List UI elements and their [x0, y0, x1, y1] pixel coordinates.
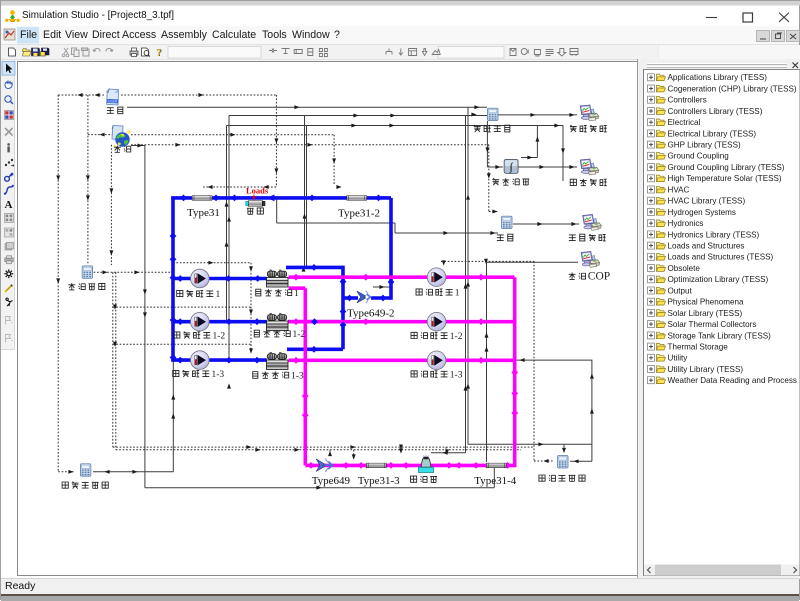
svg-text:Ground Coupling Library (TESS): Ground Coupling Library (TESS) — [668, 163, 785, 172]
svg-text:1: 1 — [216, 290, 221, 300]
svg-text:Type31-2: Type31-2 — [338, 208, 380, 220]
svg-text:GHP Library (TESS): GHP Library (TESS) — [668, 141, 741, 150]
svg-text:Hydronics Library (TESS): Hydronics Library (TESS) — [668, 230, 760, 239]
svg-text:Hydronics: Hydronics — [668, 219, 704, 228]
svg-text:Type649: Type649 — [312, 475, 351, 487]
svg-text:Obsolete: Obsolete — [668, 264, 701, 273]
svg-text:Optimization Library (TESS): Optimization Library (TESS) — [668, 275, 769, 284]
svg-text:Weather Data Reading and Proce: Weather Data Reading and Process — [668, 376, 797, 385]
svg-text:Type31: Type31 — [187, 207, 220, 219]
svg-text:Loads and Structures (TESS): Loads and Structures (TESS) — [668, 253, 774, 262]
svg-text:COP: COP — [588, 271, 610, 283]
svg-text:High Temperature Solar (TESS): High Temperature Solar (TESS) — [668, 174, 782, 183]
svg-text:A: A — [5, 199, 13, 211]
svg-text:Solar Thermal Collectors: Solar Thermal Collectors — [668, 320, 757, 329]
svg-text:Utility Library (TESS): Utility Library (TESS) — [668, 365, 744, 374]
svg-text:1-2: 1-2 — [213, 332, 226, 342]
svg-text:Ground Coupling: Ground Coupling — [668, 152, 729, 161]
svg-text:Loads and Structures: Loads and Structures — [668, 242, 745, 251]
svg-text:Applications Library (TESS): Applications Library (TESS) — [668, 73, 768, 82]
svg-text:Utility: Utility — [668, 354, 689, 363]
svg-text:1-2: 1-2 — [450, 332, 463, 342]
svg-text:Output: Output — [668, 286, 693, 295]
svg-text:Storage Tank Library (TESS): Storage Tank Library (TESS) — [668, 331, 772, 340]
svg-text:1: 1 — [294, 289, 299, 299]
svg-text:Thermal Storage: Thermal Storage — [668, 343, 729, 352]
svg-text:Type31-4: Type31-4 — [474, 475, 516, 487]
svg-text:Electrical Library (TESS): Electrical Library (TESS) — [668, 129, 757, 138]
svg-text:Hydrogen Systems: Hydrogen Systems — [668, 208, 736, 217]
svg-text:1: 1 — [455, 289, 460, 299]
svg-text:1-2: 1-2 — [293, 330, 306, 340]
svg-text:Type649-2: Type649-2 — [347, 307, 395, 319]
svg-text:1-3: 1-3 — [212, 370, 225, 380]
svg-text:HVAC: HVAC — [668, 185, 690, 194]
svg-text:?: ? — [156, 48, 161, 59]
svg-text:Cogeneration (CHP) Library (TE: Cogeneration (CHP) Library (TESS) — [668, 84, 797, 93]
svg-text:1-3: 1-3 — [291, 371, 304, 381]
svg-text:Electrical: Electrical — [668, 118, 701, 127]
svg-text:Type31-3: Type31-3 — [358, 475, 400, 487]
svg-text:Controllers Library (TESS): Controllers Library (TESS) — [668, 107, 763, 116]
svg-text:Loads: Loads — [246, 186, 269, 196]
svg-text:HVAC Library (TESS): HVAC Library (TESS) — [668, 197, 746, 206]
svg-text:1-3: 1-3 — [450, 370, 463, 380]
svg-text:Solar Library (TESS): Solar Library (TESS) — [668, 309, 743, 318]
svg-text:Physical Phenomena: Physical Phenomena — [668, 298, 745, 307]
svg-text:Controllers: Controllers — [668, 96, 707, 105]
